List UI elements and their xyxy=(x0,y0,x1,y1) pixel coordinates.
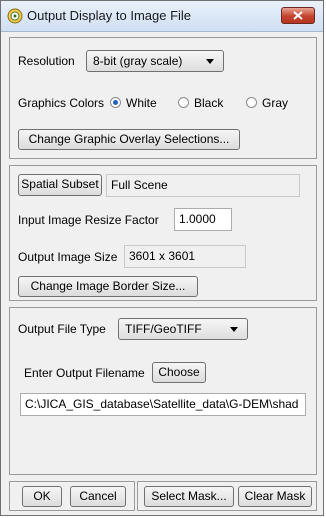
output-size-field: 3601 x 3601 xyxy=(124,245,246,268)
close-icon xyxy=(293,11,303,20)
choose-button[interactable]: Choose xyxy=(152,362,206,383)
ok-button[interactable]: OK xyxy=(22,486,62,507)
resolution-select[interactable]: 8-bit (gray scale) xyxy=(86,50,224,72)
radio-white[interactable] xyxy=(110,97,121,108)
filename-label: Enter Output Filename xyxy=(24,366,145,380)
resolution-label: Resolution xyxy=(18,54,75,68)
file-type-select[interactable]: TIFF/GeoTIFF xyxy=(118,318,248,340)
window-title: Output Display to Image File xyxy=(27,8,192,23)
resolution-value: 8-bit (gray scale) xyxy=(93,54,183,68)
dialog-window: Output Display to Image File Resolution … xyxy=(0,0,324,516)
graphics-colors-label: Graphics Colors xyxy=(18,96,105,110)
resize-factor-input[interactable]: 1.0000 xyxy=(174,208,232,231)
change-overlay-button[interactable]: Change Graphic Overlay Selections... xyxy=(18,129,240,150)
select-mask-button[interactable]: Select Mask... xyxy=(144,486,234,507)
title-bar[interactable]: Output Display to Image File xyxy=(1,1,323,32)
resize-factor-label: Input Image Resize Factor xyxy=(18,213,159,227)
clear-mask-button[interactable]: Clear Mask xyxy=(238,486,312,507)
change-border-button[interactable]: Change Image Border Size... xyxy=(18,276,198,297)
file-type-value: TIFF/GeoTIFF xyxy=(125,322,202,336)
output-filename-input[interactable]: C:\JICA_GIS_database\Satellite_data\G-DE… xyxy=(20,393,306,416)
radio-gray-label[interactable]: Gray xyxy=(262,96,288,110)
chevron-down-icon xyxy=(230,327,238,332)
display-settings-panel: Resolution 8-bit (gray scale) Graphics C… xyxy=(9,37,317,159)
mask-group: Select Mask... Clear Mask xyxy=(137,481,317,511)
ok-cancel-group: OK Cancel xyxy=(9,481,135,511)
spatial-subset-field: Full Scene xyxy=(106,174,300,197)
app-icon xyxy=(7,8,23,24)
radio-black[interactable] xyxy=(178,97,189,108)
output-size-label: Output Image Size xyxy=(18,250,118,264)
close-button[interactable] xyxy=(281,7,315,24)
spatial-subset-button[interactable]: Spatial Subset xyxy=(18,174,102,196)
spatial-settings-panel: Spatial Subset Full Scene Input Image Re… xyxy=(9,165,317,301)
radio-black-label[interactable]: Black xyxy=(194,96,223,110)
radio-gray[interactable] xyxy=(246,97,257,108)
radio-white-label[interactable]: White xyxy=(126,96,157,110)
output-file-panel: Output File Type TIFF/GeoTIFF Enter Outp… xyxy=(9,307,317,475)
chevron-down-icon xyxy=(206,59,214,64)
cancel-button[interactable]: Cancel xyxy=(70,486,126,507)
file-type-label: Output File Type xyxy=(18,322,106,336)
